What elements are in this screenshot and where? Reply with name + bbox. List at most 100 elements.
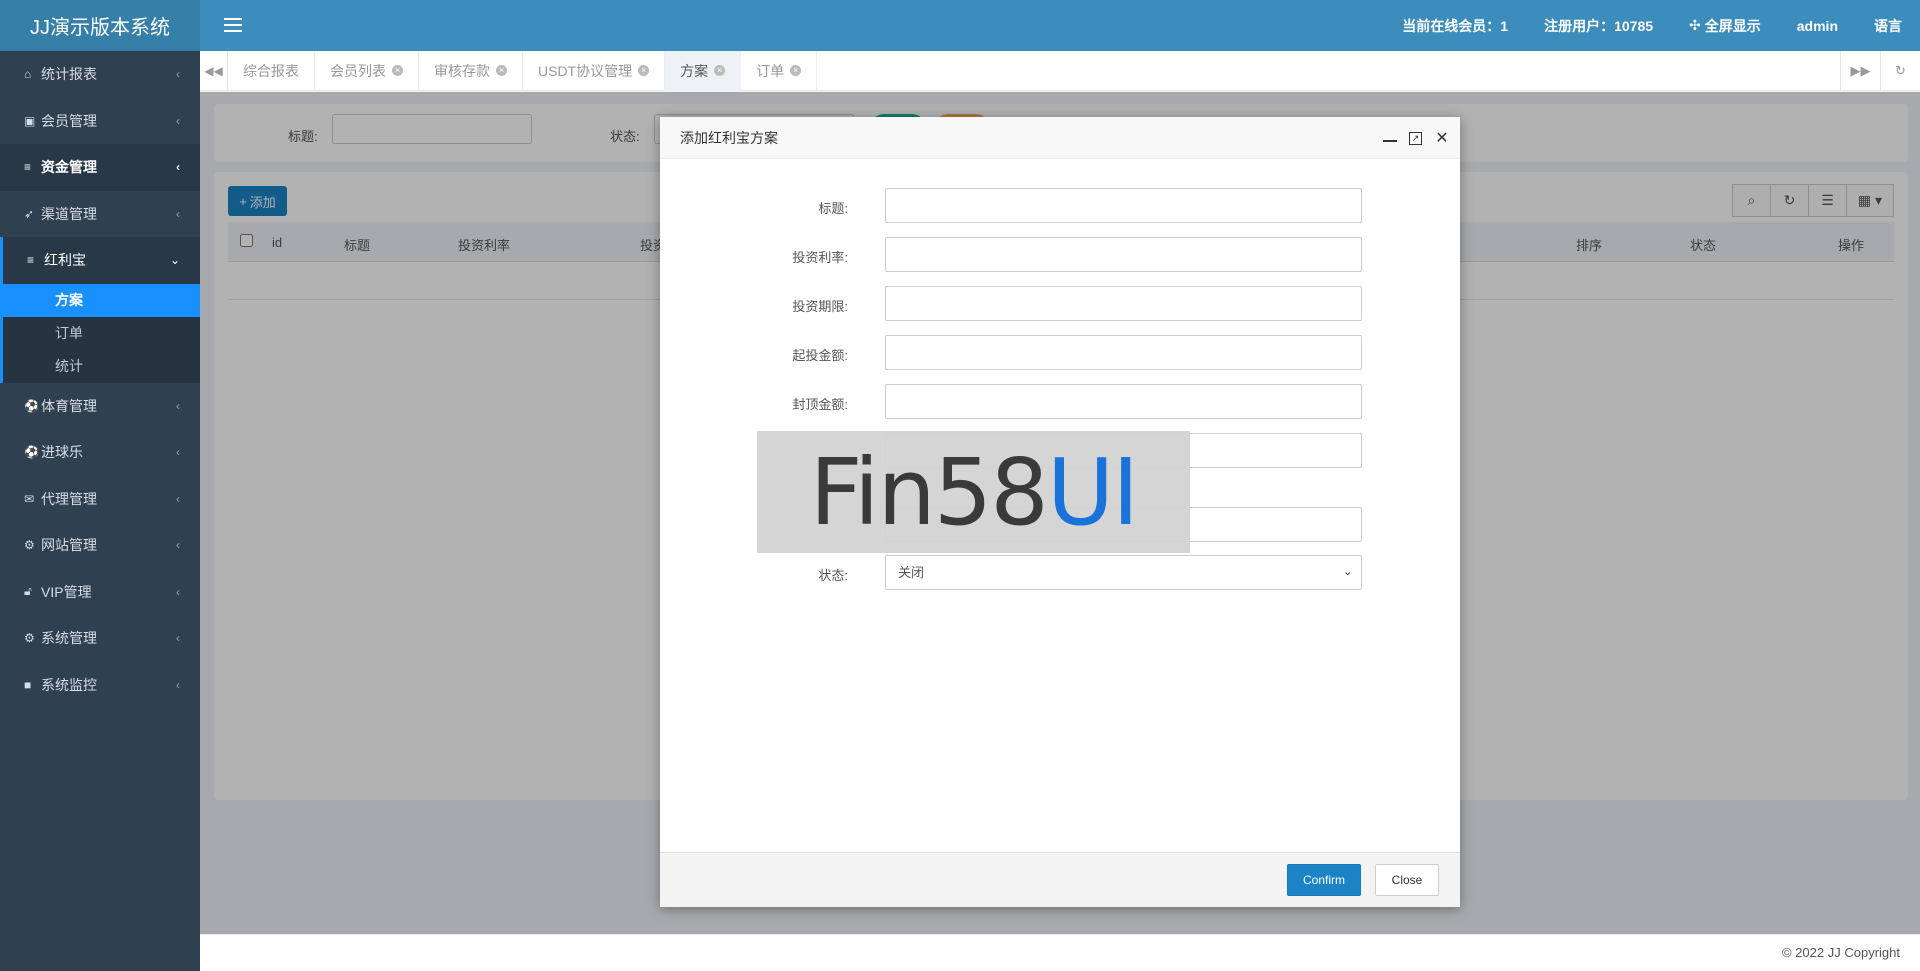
sidebar-item-funds[interactable]: ≡ 资金管理 ‹ — [0, 144, 200, 191]
refresh-icon[interactable]: ↻ — [1880, 51, 1920, 91]
gear-icon: ⚙ — [24, 631, 35, 646]
language-menu[interactable]: 语言 — [1856, 16, 1920, 36]
chevron-left-icon: ‹ — [176, 538, 180, 553]
submenu-item-plan[interactable]: 方案 — [3, 283, 200, 317]
chevron-left-icon: ‹ — [176, 206, 180, 221]
chevron-left-icon: ‹ — [176, 398, 180, 413]
tabs-scroll-right-icon[interactable]: ▶▶ — [1840, 51, 1880, 91]
chevron-left-icon: ‹ — [176, 677, 180, 692]
sidebar-item-channels[interactable]: ➶ 渠道管理 ‹ — [0, 191, 200, 238]
close-icon[interactable]: × — [496, 65, 507, 76]
close-icon[interactable]: ✕ — [1434, 130, 1450, 147]
form-row-term: 投资期限: — [660, 286, 1460, 321]
id-card-icon: ▣ — [24, 113, 36, 128]
top-navbar: JJ演示版本系统 当前在线会员：1 注册用户：10785 ✣ 全屏显示 admin… — [0, 0, 1920, 51]
online-members: 当前在线会员：1 — [1402, 17, 1509, 34]
bonus-submenu: 方案 订单 统计 — [0, 283, 200, 383]
tab-plan[interactable]: 方案 × — [665, 50, 742, 91]
dialog-title: 添加红利宝方案 — [680, 129, 778, 146]
chevron-left-icon: ‹ — [176, 67, 180, 82]
tab-member-list[interactable]: 会员列表 × — [315, 50, 419, 91]
envelope-icon: ✉ — [24, 491, 35, 506]
sidebar-item-stats[interactable]: ⌂ 统计报表 ‹ — [0, 51, 200, 98]
sidebar-item-label: 资金管理 — [41, 159, 97, 176]
video-icon: ■ — [24, 677, 32, 692]
title-field[interactable] — [885, 188, 1362, 223]
tab-order[interactable]: 订单 × — [741, 50, 818, 91]
registered-users: 注册用户：10785 — [1544, 17, 1654, 34]
user-menu[interactable]: admin — [1779, 18, 1856, 34]
form-row-rate: 投资利率: — [660, 237, 1460, 272]
sidebar-item-label: 统计报表 — [41, 66, 97, 83]
tab-summary[interactable]: 综合报表 — [228, 50, 315, 91]
sidebar-item-bonus[interactable]: ≡ 红利宝 ⌄ — [0, 237, 200, 284]
sidebar-item-sports[interactable]: ⚽ 体育管理 ‹ — [0, 383, 200, 430]
tab-label: USDT协议管理 — [538, 62, 633, 79]
footer: © 2022 JJ Copyright — [200, 934, 1920, 971]
sidebar-item-label: 会员管理 — [41, 112, 97, 129]
menu-toggle-icon[interactable] — [222, 14, 244, 36]
maximize-icon[interactable]: ↗ — [1409, 131, 1422, 145]
max-amount-field[interactable] — [885, 384, 1362, 419]
submenu-item-stats[interactable]: 统计 — [3, 350, 200, 383]
close-icon[interactable]: × — [790, 65, 802, 76]
sidebar-item-system[interactable]: ⚙ 系统管理 ‹ — [0, 615, 200, 662]
fullscreen-button[interactable]: ✣ 全屏显示 — [1671, 16, 1779, 36]
confirm-button[interactable]: Confirm — [1287, 864, 1361, 896]
dialog-footer: Confirm Close — [660, 852, 1460, 907]
tab-deposit-review[interactable]: 审核存款 × — [419, 50, 523, 91]
min-amount-field[interactable] — [885, 335, 1362, 370]
tab-label: 订单 — [756, 62, 785, 79]
form-row-title: 标题: — [660, 188, 1460, 223]
chevron-left-icon: ‹ — [176, 445, 180, 460]
form-row-min-amount: 起投金额: — [660, 335, 1460, 370]
chevron-left-icon: ‹ — [176, 631, 180, 646]
minimize-icon[interactable] — [1383, 133, 1397, 142]
max-amount-label: 封顶金额: — [792, 397, 848, 412]
submenu-item-order[interactable]: 订单 — [3, 317, 200, 350]
close-icon[interactable]: × — [392, 65, 403, 76]
min-amount-label: 起投金额: — [792, 348, 848, 363]
rate-field[interactable] — [885, 237, 1362, 272]
fullscreen-label: 全屏显示 — [1704, 17, 1761, 34]
sidebar-item-label: 网站管理 — [41, 537, 97, 554]
close-icon[interactable]: × — [638, 65, 650, 76]
soccer-icon: ⚽ — [24, 398, 39, 413]
soccer-icon: ⚽ — [24, 445, 39, 460]
status-select[interactable]: 关闭 — [885, 555, 1362, 590]
tab-usdt[interactable]: USDT协议管理 × — [523, 50, 666, 91]
app-title: JJ演示版本系统 — [0, 0, 200, 51]
database-icon: ≡ — [24, 160, 32, 175]
sidebar-item-label: 体育管理 — [41, 397, 97, 414]
gears-icon: ⚙ — [24, 538, 35, 553]
sidebar-item-agents[interactable]: ✉ 代理管理 ‹ — [0, 476, 200, 523]
form-row-status: 状态: 关闭 ⌄ — [660, 555, 1460, 590]
rate-label: 投资利率: — [792, 250, 848, 265]
sidebar-item-website[interactable]: ⚙ 网站管理 ‹ — [0, 522, 200, 569]
close-button[interactable]: Close — [1375, 864, 1439, 896]
watermark-text-b: UI — [1046, 438, 1139, 546]
database-icon: ≡ — [27, 253, 35, 268]
chevron-left-icon: ‹ — [176, 584, 180, 599]
sidebar-item-label: 系统管理 — [41, 630, 97, 647]
dialog-header: 添加红利宝方案 ↗ ✕ — [660, 117, 1460, 159]
sidebar-item-members[interactable]: ▣ 会员管理 ‹ — [0, 98, 200, 145]
sidebar-item-goal[interactable]: ⚽ 进球乐 ‹ — [0, 429, 200, 476]
sidebar: ⌂ 统计报表 ‹ ▣ 会员管理 ‹ ≡ 资金管理 ‹ ➶ 渠道管理 ‹ ≡ 红利宝 ⌄ 方案 订单 … — [0, 51, 200, 971]
lock-icon: 🔓︎ — [24, 584, 32, 599]
tabs-scroll-left-icon[interactable]: ◀◀ — [200, 50, 228, 91]
watermark-logo: Fin58 UI — [757, 431, 1190, 553]
tab-label: 审核存款 — [434, 62, 490, 79]
term-field[interactable] — [885, 286, 1362, 321]
sidebar-item-label: 代理管理 — [41, 490, 97, 507]
chevron-left-icon: ‹ — [176, 113, 180, 128]
sidebar-item-vip[interactable]: 🔓︎ VIP管理 ‹ — [0, 569, 200, 616]
term-label: 投资期限: — [792, 299, 848, 314]
home-icon: ⌂ — [24, 67, 32, 82]
tab-label: 方案 — [680, 62, 709, 79]
copyright: © 2022 JJ Copyright — [1782, 945, 1900, 960]
close-icon[interactable]: × — [714, 65, 726, 76]
expand-icon: ✣ — [1689, 17, 1701, 33]
watermark-text-a: Fin58 — [809, 438, 1049, 546]
sidebar-item-monitor[interactable]: ■ 系统监控 ‹ — [0, 662, 200, 709]
